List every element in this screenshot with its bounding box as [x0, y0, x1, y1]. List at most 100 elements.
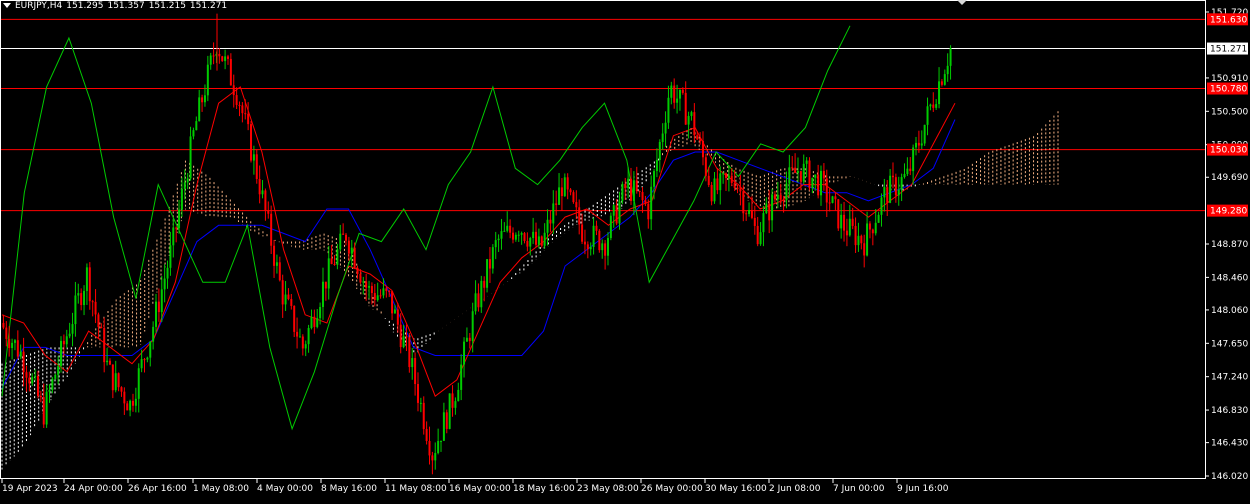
candle: [218, 48, 221, 64]
candle: [149, 341, 152, 367]
candle-body: [877, 214, 880, 223]
candle-body: [238, 104, 241, 106]
candle: [97, 312, 100, 339]
price-chart[interactable]: 151.720150.910150.500150.090149.690148.8…: [0, 0, 1250, 500]
candle: [19, 344, 22, 360]
candle-body: [224, 56, 227, 62]
candle-body: [650, 186, 653, 220]
candle-body: [345, 234, 348, 241]
candle-body: [796, 171, 799, 173]
candle-body: [900, 177, 903, 190]
candle-body: [843, 214, 846, 231]
current-price-label: 151.271: [1210, 45, 1247, 55]
candle: [647, 199, 650, 229]
candle: [644, 195, 647, 207]
candle: [929, 103, 932, 111]
candle: [474, 280, 477, 315]
candle: [416, 372, 419, 412]
candle-body: [48, 390, 51, 392]
candle: [120, 386, 123, 397]
candle: [8, 326, 11, 357]
candle: [434, 442, 437, 470]
candle-body: [336, 249, 339, 265]
candle: [722, 171, 725, 184]
candle-body: [779, 194, 782, 200]
candle: [543, 223, 546, 249]
candle-body: [319, 307, 322, 319]
candle-body: [693, 112, 696, 136]
candle: [414, 352, 417, 396]
candle: [488, 246, 491, 283]
candle-body: [293, 305, 296, 332]
candle-body: [932, 104, 935, 108]
candle-body: [912, 147, 915, 172]
candle-body: [385, 288, 388, 291]
candle: [906, 157, 909, 177]
candle: [359, 269, 362, 284]
candle-body: [229, 58, 232, 86]
candle: [201, 94, 204, 112]
candle: [514, 232, 517, 242]
candle: [883, 178, 886, 212]
candle: [126, 400, 129, 411]
candle: [641, 186, 644, 213]
chart-shift-marker-icon[interactable]: [957, 0, 967, 5]
candle-body: [57, 366, 60, 375]
candle-body: [713, 178, 716, 202]
candle-body: [828, 202, 831, 204]
candle-body: [598, 230, 601, 251]
candle: [673, 78, 676, 109]
candle-body: [497, 238, 500, 241]
candle-body: [261, 190, 264, 195]
candle: [802, 154, 805, 185]
candle-body: [19, 351, 22, 357]
candle: [206, 55, 209, 102]
candle-body: [756, 225, 759, 245]
candle-body: [601, 243, 604, 251]
candle-body: [759, 232, 762, 245]
candle: [465, 327, 468, 342]
x-tick-label: 26 May 00:00: [641, 484, 703, 494]
symbol-label: EURJPY,H4: [15, 1, 63, 11]
candle: [837, 199, 840, 231]
candle: [408, 332, 411, 373]
candle: [932, 92, 935, 112]
candle-body: [788, 167, 791, 184]
candle-body: [632, 180, 635, 201]
candle: [330, 245, 333, 265]
candle: [820, 165, 823, 206]
candle-body: [310, 316, 313, 329]
dropdown-triangle-icon[interactable]: [3, 3, 11, 8]
candle-body: [514, 234, 517, 240]
candle: [592, 217, 595, 255]
candle: [926, 97, 929, 136]
candle: [376, 282, 379, 302]
candle-body: [28, 377, 31, 384]
candle-body: [157, 301, 160, 313]
candle: [45, 384, 48, 428]
candle-body: [733, 182, 736, 188]
candle-body: [535, 231, 538, 245]
candle-body: [232, 85, 235, 96]
candle-body: [298, 336, 301, 338]
chart-window[interactable]: 151.720150.910150.500150.090149.690148.8…: [0, 0, 1250, 500]
candle-body: [287, 294, 290, 300]
candle-body: [273, 245, 276, 266]
candle-body: [782, 199, 785, 201]
candle-body: [434, 453, 437, 461]
candle-body: [94, 301, 97, 315]
candle-body: [51, 378, 54, 391]
candle: [866, 211, 869, 257]
candle-body: [333, 263, 336, 265]
candle-body: [131, 400, 134, 406]
x-tick-label: 19 Apr 2023: [2, 484, 58, 494]
candle: [241, 102, 244, 123]
candle-body: [31, 377, 34, 384]
candle-body: [791, 167, 794, 169]
candle: [676, 84, 679, 114]
candle: [664, 111, 667, 148]
candle-body: [863, 243, 866, 256]
candle-body: [379, 295, 382, 297]
candle-body: [940, 81, 943, 85]
candle-body: [509, 225, 512, 233]
